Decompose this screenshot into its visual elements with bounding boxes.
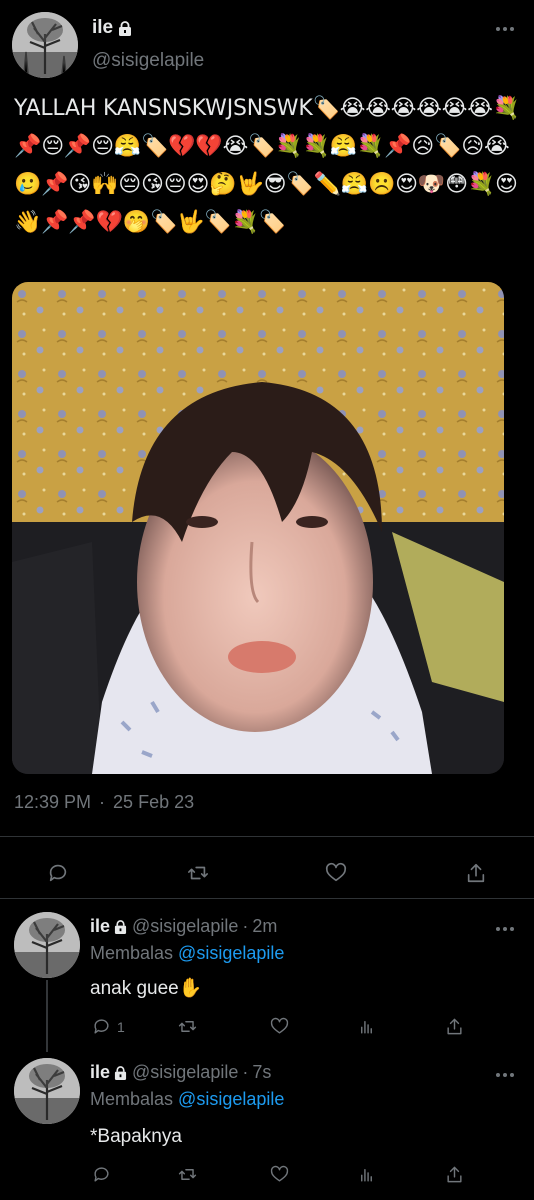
analytics-icon — [361, 1021, 372, 1034]
display-name[interactable]: ile — [92, 17, 132, 39]
retweet-icon — [178, 1021, 197, 1032]
share-icon — [467, 863, 485, 883]
retweet-button[interactable] — [178, 1017, 197, 1036]
more-options-icon[interactable] — [496, 924, 518, 934]
more-options-icon[interactable] — [496, 24, 518, 34]
tweet-photo[interactable] — [12, 282, 504, 774]
reply-avatar[interactable] — [14, 1058, 80, 1124]
reply-button[interactable]: 1 — [92, 1017, 125, 1036]
heart-icon — [270, 1017, 289, 1034]
tweet-timestamp[interactable]: 12:39 PM · 25 Feb 23 — [14, 792, 194, 813]
replying-to: Membalas @sisigelapile — [90, 1089, 285, 1109]
reply-button[interactable] — [47, 862, 69, 884]
reply-icon — [94, 1019, 109, 1034]
reply-icon — [94, 1167, 109, 1182]
avatar-image — [14, 912, 80, 978]
retweet-icon — [188, 866, 208, 880]
heart-icon — [325, 862, 347, 882]
reply-header: ile @sisigelapile · 2m — [90, 916, 278, 937]
reply-text: anak guee✋ — [90, 978, 203, 999]
handle[interactable]: @sisigelapile — [132, 916, 238, 937]
reply-icon — [49, 864, 67, 882]
like-button[interactable] — [270, 1017, 289, 1036]
reply-time[interactable]: 2m — [252, 916, 277, 937]
mention-link[interactable]: @sisigelapile — [178, 943, 284, 963]
display-name[interactable]: ile — [90, 916, 127, 937]
reply-count: 1 — [117, 1018, 125, 1035]
display-name[interactable]: ile — [90, 1062, 127, 1083]
tweet-text: YALLAH KANSNSKWJSNSWK🏷️😭😭😭😭😭😭💐📌😔📌😔😤🏷️💔💔😭… — [14, 96, 520, 235]
divider — [0, 898, 534, 899]
handle[interactable]: @sisigelapile — [132, 1062, 238, 1083]
more-options-icon[interactable] — [496, 1070, 518, 1080]
analytics-button[interactable] — [357, 1017, 376, 1036]
share-button[interactable] — [465, 862, 487, 884]
reply-text: *Bapaknya — [90, 1126, 182, 1147]
lock-icon — [114, 1065, 127, 1080]
share-icon — [447, 1166, 462, 1183]
avatar[interactable] — [12, 12, 78, 78]
reply-avatar[interactable] — [14, 912, 80, 978]
reply-button[interactable] — [92, 1165, 111, 1184]
divider — [0, 836, 534, 837]
reply-header: ile @sisigelapile · 7s — [90, 1062, 272, 1083]
lock-icon — [119, 20, 132, 36]
analytics-icon — [361, 1169, 372, 1182]
share-button[interactable] — [445, 1165, 464, 1184]
reply-time[interactable]: 7s — [252, 1062, 271, 1083]
photo-image — [12, 282, 504, 774]
heart-icon — [270, 1165, 289, 1182]
share-button[interactable] — [445, 1017, 464, 1036]
thread-line — [46, 980, 48, 1052]
tweet-header: ile @sisigelapile — [0, 0, 534, 90]
share-icon — [447, 1018, 462, 1035]
mention-link[interactable]: @sisigelapile — [178, 1089, 284, 1109]
retweet-icon — [178, 1169, 197, 1180]
lock-icon — [114, 919, 127, 934]
retweet-button[interactable] — [187, 862, 209, 884]
handle[interactable]: @sisigelapile — [92, 50, 204, 72]
retweet-button[interactable] — [178, 1165, 197, 1184]
like-button[interactable] — [270, 1165, 289, 1184]
analytics-button[interactable] — [357, 1165, 376, 1184]
like-button[interactable] — [325, 862, 347, 884]
avatar-image — [12, 12, 78, 78]
avatar-image — [14, 1058, 80, 1124]
replying-to: Membalas @sisigelapile — [90, 943, 285, 963]
